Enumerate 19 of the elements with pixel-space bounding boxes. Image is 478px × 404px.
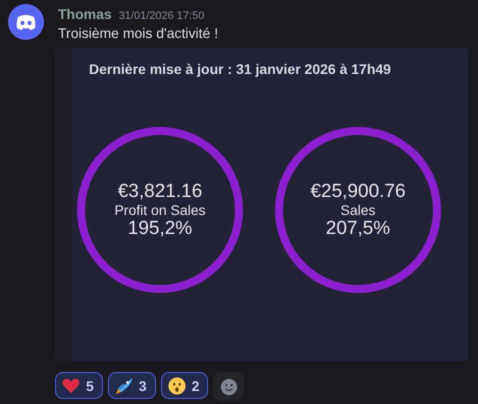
reaction-button[interactable]: 2	[160, 372, 208, 399]
stat-percent: 195,2%	[128, 218, 192, 239]
message-text: Troisième mois d'activité !	[58, 25, 220, 41]
stat-amount: €25,900.76	[310, 181, 406, 202]
surprised-face-icon	[168, 376, 186, 394]
stat-label: Profit on Sales	[114, 202, 206, 218]
stat-amount: €3,821.16	[118, 181, 202, 202]
rocket-icon	[114, 376, 133, 394]
heart-icon	[62, 378, 80, 394]
reaction-button[interactable]: 3	[108, 372, 156, 399]
reaction-button[interactable]: 5	[55, 372, 103, 399]
message-timestamp: 31/01/2026 17:50	[118, 10, 204, 22]
smiley-icon	[220, 378, 238, 396]
author-name[interactable]: Thomas	[58, 6, 112, 22]
stat-percent: 207,5%	[326, 218, 390, 239]
stat-label: Sales	[340, 202, 376, 218]
report-title: Dernière mise à jour : 31 janvier 2026 à 17h49	[89, 61, 392, 77]
add-reaction-button[interactable]	[213, 372, 244, 401]
avatar-icon[interactable]	[8, 4, 44, 40]
